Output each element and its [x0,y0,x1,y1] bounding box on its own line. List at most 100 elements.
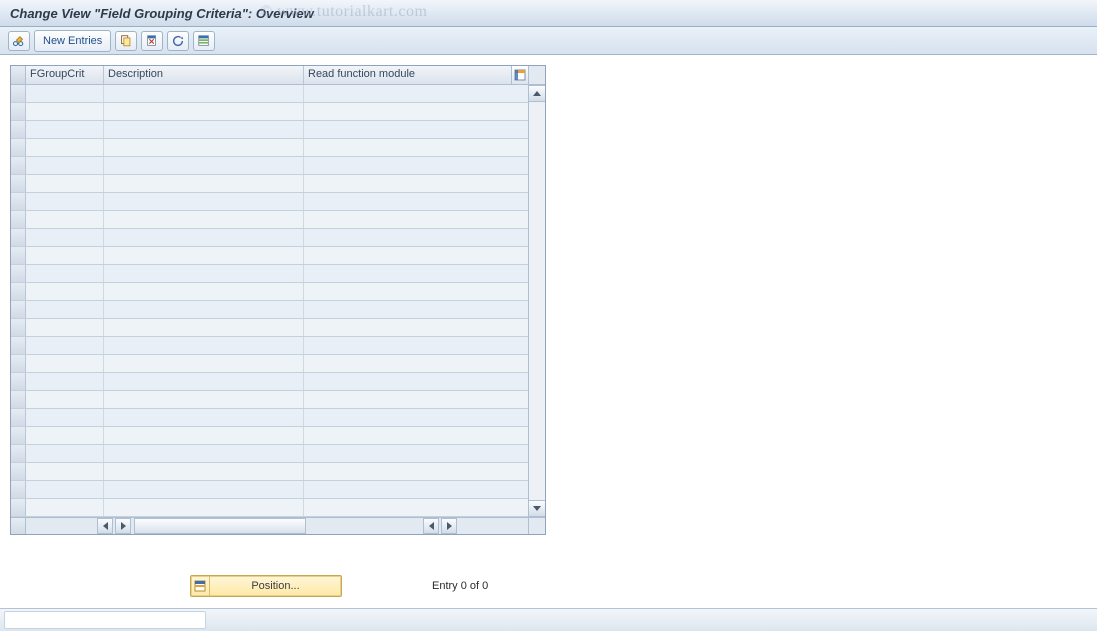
hscroll-thumb-1[interactable] [135,519,306,533]
row-selector[interactable] [11,463,26,480]
cell-description[interactable] [104,373,304,390]
cell-description[interactable] [104,157,304,174]
cell-fgroupcrit[interactable] [26,211,104,228]
cell-fgroupcrit[interactable] [26,301,104,318]
row-selector[interactable] [11,445,26,462]
hscroll-track-1[interactable] [134,518,306,534]
cell-description[interactable] [104,139,304,156]
cell-fgroupcrit[interactable] [26,229,104,246]
cell-fgroupcrit[interactable] [26,193,104,210]
cell-description[interactable] [104,391,304,408]
cell-read-function-module[interactable] [304,103,528,120]
row-selector[interactable] [11,265,26,282]
row-selector[interactable] [11,301,26,318]
cell-fgroupcrit[interactable] [26,427,104,444]
cell-read-function-module[interactable] [304,85,528,102]
cell-fgroupcrit[interactable] [26,85,104,102]
cell-fgroupcrit[interactable] [26,499,104,516]
row-selector[interactable] [11,211,26,228]
select-all-button[interactable] [193,31,215,51]
cell-fgroupcrit[interactable] [26,265,104,282]
col-header-read-function-module[interactable]: Read function module [304,66,511,84]
cell-description[interactable] [104,409,304,426]
table-settings-button[interactable] [511,66,528,84]
col-header-description[interactable]: Description [104,66,304,84]
cell-description[interactable] [104,481,304,498]
cell-description[interactable] [104,301,304,318]
toggle-change-button[interactable] [8,31,30,51]
cell-read-function-module[interactable] [304,229,528,246]
cell-read-function-module[interactable] [304,355,528,372]
cell-fgroupcrit[interactable] [26,481,104,498]
row-selector[interactable] [11,229,26,246]
cell-fgroupcrit[interactable] [26,247,104,264]
cell-fgroupcrit[interactable] [26,175,104,192]
scroll-down-button[interactable] [529,500,545,517]
cell-description[interactable] [104,85,304,102]
row-selector[interactable] [11,175,26,192]
row-selector[interactable] [11,247,26,264]
hscroll-left-button-1[interactable] [97,518,113,534]
row-selector[interactable] [11,373,26,390]
cell-description[interactable] [104,355,304,372]
cell-fgroupcrit[interactable] [26,337,104,354]
cell-read-function-module[interactable] [304,301,528,318]
cell-description[interactable] [104,229,304,246]
hscroll-right-button-2[interactable] [441,518,457,534]
cell-fgroupcrit[interactable] [26,391,104,408]
vertical-scroll-track[interactable] [529,102,545,500]
undo-button[interactable] [167,31,189,51]
row-selector[interactable] [11,193,26,210]
cell-read-function-module[interactable] [304,337,528,354]
row-selector[interactable] [11,85,26,102]
row-selector[interactable] [11,355,26,372]
cell-description[interactable] [104,193,304,210]
copy-as-button[interactable] [115,31,137,51]
cell-fgroupcrit[interactable] [26,157,104,174]
cell-description[interactable] [104,319,304,336]
row-selector[interactable] [11,157,26,174]
cell-read-function-module[interactable] [304,247,528,264]
cell-fgroupcrit[interactable] [26,121,104,138]
cell-fgroupcrit[interactable] [26,445,104,462]
new-entries-button[interactable]: New Entries [34,30,111,52]
cell-read-function-module[interactable] [304,409,528,426]
hscroll-right-button-1[interactable] [115,518,131,534]
cell-description[interactable] [104,463,304,480]
cell-description[interactable] [104,499,304,516]
cell-read-function-module[interactable] [304,463,528,480]
cell-fgroupcrit[interactable] [26,409,104,426]
cell-read-function-module[interactable] [304,175,528,192]
cell-fgroupcrit[interactable] [26,103,104,120]
delete-button[interactable] [141,31,163,51]
cell-read-function-module[interactable] [304,499,528,516]
cell-fgroupcrit[interactable] [26,355,104,372]
cell-read-function-module[interactable] [304,283,528,300]
cell-description[interactable] [104,247,304,264]
row-selector[interactable] [11,409,26,426]
row-selector[interactable] [11,391,26,408]
cell-description[interactable] [104,445,304,462]
cell-description[interactable] [104,211,304,228]
cell-fgroupcrit[interactable] [26,283,104,300]
position-button[interactable]: Position... [190,575,342,597]
cell-read-function-module[interactable] [304,121,528,138]
cell-description[interactable] [104,265,304,282]
cell-read-function-module[interactable] [304,373,528,390]
cell-read-function-module[interactable] [304,265,528,282]
row-selector[interactable] [11,499,26,516]
cell-read-function-module[interactable] [304,427,528,444]
col-header-fgroupcrit[interactable]: FGroupCrit [26,66,104,84]
cell-description[interactable] [104,283,304,300]
cell-read-function-module[interactable] [304,211,528,228]
cell-read-function-module[interactable] [304,139,528,156]
row-selector[interactable] [11,103,26,120]
row-selector[interactable] [11,283,26,300]
cell-read-function-module[interactable] [304,157,528,174]
cell-fgroupcrit[interactable] [26,463,104,480]
cell-read-function-module[interactable] [304,391,528,408]
cell-fgroupcrit[interactable] [26,139,104,156]
row-selector[interactable] [11,337,26,354]
cell-read-function-module[interactable] [304,193,528,210]
row-selector[interactable] [11,319,26,336]
